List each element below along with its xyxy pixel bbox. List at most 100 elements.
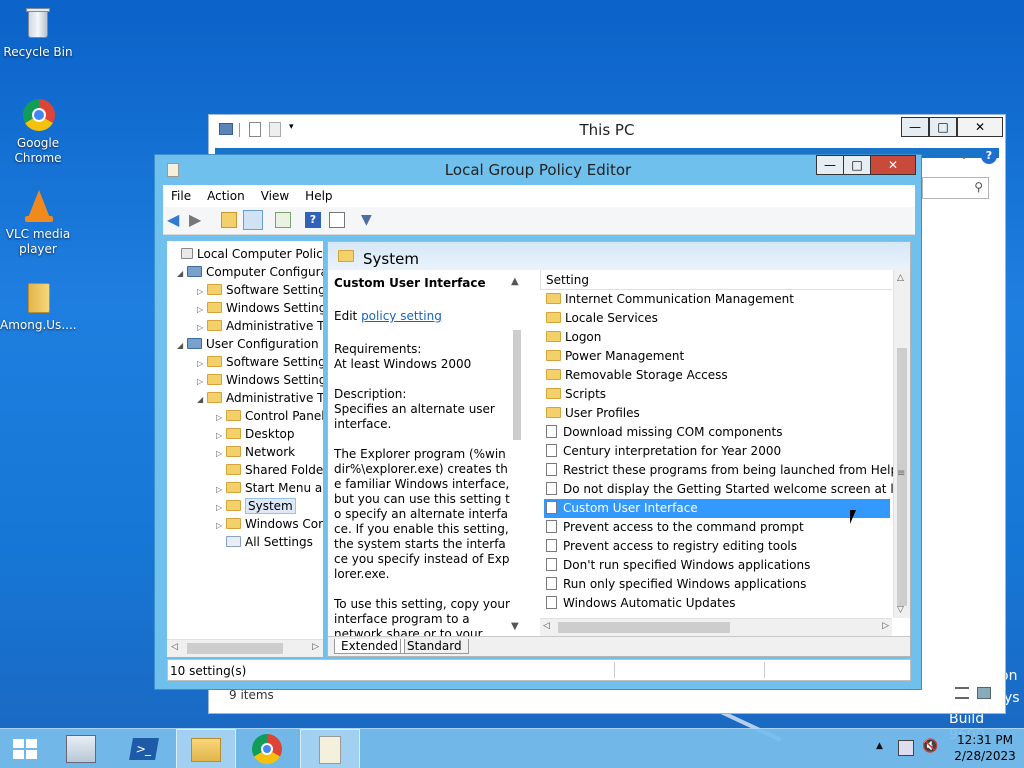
up-folder-icon[interactable] — [221, 212, 237, 228]
collapse-icon[interactable]: ◢ — [177, 265, 187, 283]
export-list-icon[interactable] — [275, 212, 291, 228]
tree-horizontal-scrollbar[interactable]: ◁ ▷ — [167, 639, 323, 657]
list-item[interactable]: Run only specified Windows applications — [544, 575, 890, 594]
list-item[interactable]: Download missing COM components — [544, 423, 890, 442]
scroll-thumb[interactable] — [558, 622, 730, 633]
minimize-button[interactable]: — — [901, 117, 929, 137]
taskbar-chrome[interactable] — [238, 729, 298, 768]
tree-item[interactable]: Local Computer Policy — [171, 245, 323, 263]
list-item[interactable]: Windows Automatic Updates — [544, 594, 890, 613]
list-vertical-scrollbar[interactable]: △ ≡ ▽ — [893, 270, 910, 618]
menu-help[interactable]: Help — [297, 185, 340, 207]
list-item[interactable]: Scripts — [544, 385, 890, 404]
list-item[interactable]: Internet Communication Management — [544, 290, 890, 309]
list-horizontal-scrollbar[interactable]: ◁ ▷ — [540, 618, 892, 636]
tab-extended[interactable]: Extended — [334, 639, 405, 654]
close-button[interactable]: ✕ — [957, 117, 1003, 137]
filter-icon[interactable]: ▼ — [361, 212, 377, 228]
clock[interactable]: 12:31 PM 2/28/2023 — [950, 732, 1020, 764]
show-hide-tree-icon[interactable] — [243, 210, 263, 230]
network-icon[interactable] — [898, 740, 914, 756]
expand-ribbon-icon[interactable]: ⌄ — [959, 148, 969, 162]
scroll-right-icon[interactable]: ▷ — [882, 621, 889, 631]
tree-item[interactable]: ▷ Windows Setting — [197, 371, 323, 389]
list-item[interactable]: Custom User Interface — [544, 499, 890, 518]
help-icon[interactable]: ? — [305, 212, 321, 228]
scroll-up-icon[interactable]: ▲ — [511, 276, 519, 287]
scroll-up-icon[interactable]: △ — [897, 273, 904, 283]
tree-item[interactable]: Shared Folder — [216, 461, 323, 479]
show-hidden-icons-icon[interactable]: ▲ — [876, 741, 883, 751]
minimize-button[interactable]: — — [816, 155, 844, 175]
gpedit-window[interactable]: Local Group Policy Editor — □ ✕ File Acti… — [154, 154, 922, 690]
gpedit-titlebar[interactable]: Local Group Policy Editor — □ ✕ — [155, 155, 921, 185]
tree-item[interactable]: ▷ Administrative Te — [197, 317, 323, 335]
maximize-button[interactable]: □ — [843, 155, 871, 175]
list-item[interactable]: Do not display the Getting Started welco… — [544, 480, 910, 499]
maximize-button[interactable]: □ — [929, 117, 957, 137]
list-item[interactable]: Removable Storage Access — [544, 366, 890, 385]
description-scrollbar[interactable]: ▲ ▼ — [510, 270, 524, 636]
close-button[interactable]: ✕ — [870, 155, 916, 175]
collapse-icon[interactable]: ◢ — [197, 391, 207, 409]
list-column-header[interactable]: Setting — [540, 270, 892, 290]
desktop-icon-chrome[interactable]: Google Chrome — [0, 97, 76, 166]
scroll-right-icon[interactable]: ▷ — [312, 642, 319, 652]
list-item[interactable]: Power Management — [544, 347, 890, 366]
tab-standard[interactable]: Standard — [400, 639, 469, 654]
properties-icon[interactable] — [329, 212, 345, 228]
tree-item[interactable]: ▷ Software Settings — [197, 281, 323, 299]
tree-pane[interactable]: Local Computer Policy ◢ Computer Configura… — [167, 241, 323, 657]
collapse-icon[interactable]: ◢ — [177, 337, 187, 355]
tree-item[interactable]: ▷ Start Menu ar — [216, 479, 323, 497]
list-item[interactable]: Century interpretation for Year 2000 — [544, 442, 890, 461]
search-box[interactable]: ⚲ — [922, 177, 989, 199]
menu-view[interactable]: View — [253, 185, 297, 207]
tree-item[interactable]: ▷ Desktop — [216, 425, 295, 443]
taskbar-powershell[interactable]: >_ — [114, 729, 174, 768]
large-icons-view-icon[interactable] — [977, 687, 991, 699]
desktop-icon-vlc[interactable]: VLC media player — [0, 188, 76, 257]
tree-item[interactable]: ◢ User Configuration — [177, 335, 319, 353]
help-icon[interactable]: ? — [981, 148, 997, 164]
details-view-icon[interactable] — [955, 687, 969, 699]
taskbar-server-manager[interactable] — [52, 729, 112, 768]
desktop-icon-recycle-bin[interactable]: Recycle Bin — [0, 6, 76, 60]
volume-muted-icon[interactable]: 🔇 — [922, 739, 938, 754]
tree-item[interactable]: ▷ Software Settings — [197, 353, 323, 371]
tree-item[interactable]: ◢ Administrative Te — [197, 389, 323, 407]
back-arrow-icon[interactable]: ◀ — [167, 212, 183, 228]
column-header-setting[interactable]: Setting — [546, 273, 589, 287]
scroll-thumb[interactable] — [187, 643, 283, 654]
list-item[interactable]: Restrict these programs from being launc… — [544, 461, 898, 480]
menu-action[interactable]: Action — [199, 185, 253, 207]
edit-policy-setting-link[interactable]: policy setting — [361, 309, 442, 323]
scroll-thumb[interactable] — [513, 330, 521, 440]
scroll-left-icon[interactable]: ◁ — [543, 621, 550, 631]
desktop-icon-among-us[interactable]: Among.Us.... — [0, 279, 77, 333]
folder-icon — [207, 284, 222, 295]
tree-item[interactable]: ▷ Windows Setting — [197, 299, 323, 317]
tree-item[interactable]: ▷ Network — [216, 443, 295, 461]
tree-item[interactable]: All Settings — [216, 533, 313, 551]
list-item[interactable]: Prevent access to the command prompt — [544, 518, 890, 537]
list-item[interactable]: Logon — [544, 328, 890, 347]
tree-item[interactable]: ▷ Windows Cor — [216, 515, 323, 533]
start-button[interactable] — [0, 729, 50, 768]
settings-list[interactable]: Setting Internet Communication Managemen… — [540, 270, 910, 636]
scroll-left-icon[interactable]: ◁ — [171, 642, 178, 652]
taskbar-file-explorer[interactable] — [176, 729, 236, 768]
scroll-down-icon[interactable]: ▼ — [511, 621, 519, 632]
tree-item[interactable]: ▷ Control Panel — [216, 407, 323, 425]
list-item[interactable]: Prevent access to registry editing tools — [544, 537, 890, 556]
policy-setting-icon — [546, 520, 557, 533]
tree-item[interactable]: ◢ Computer Configura — [177, 263, 323, 281]
list-item[interactable]: User Profiles — [544, 404, 890, 423]
list-item[interactable]: Don't run specified Windows applications — [544, 556, 890, 575]
menu-file[interactable]: File — [163, 185, 199, 207]
taskbar-group-policy[interactable] — [300, 729, 360, 768]
scroll-down-icon[interactable]: ▽ — [897, 605, 904, 615]
forward-arrow-icon[interactable]: ▶ — [189, 212, 205, 228]
list-item[interactable]: Locale Services — [544, 309, 890, 328]
tree-item[interactable]: ▷ System — [216, 497, 296, 515]
